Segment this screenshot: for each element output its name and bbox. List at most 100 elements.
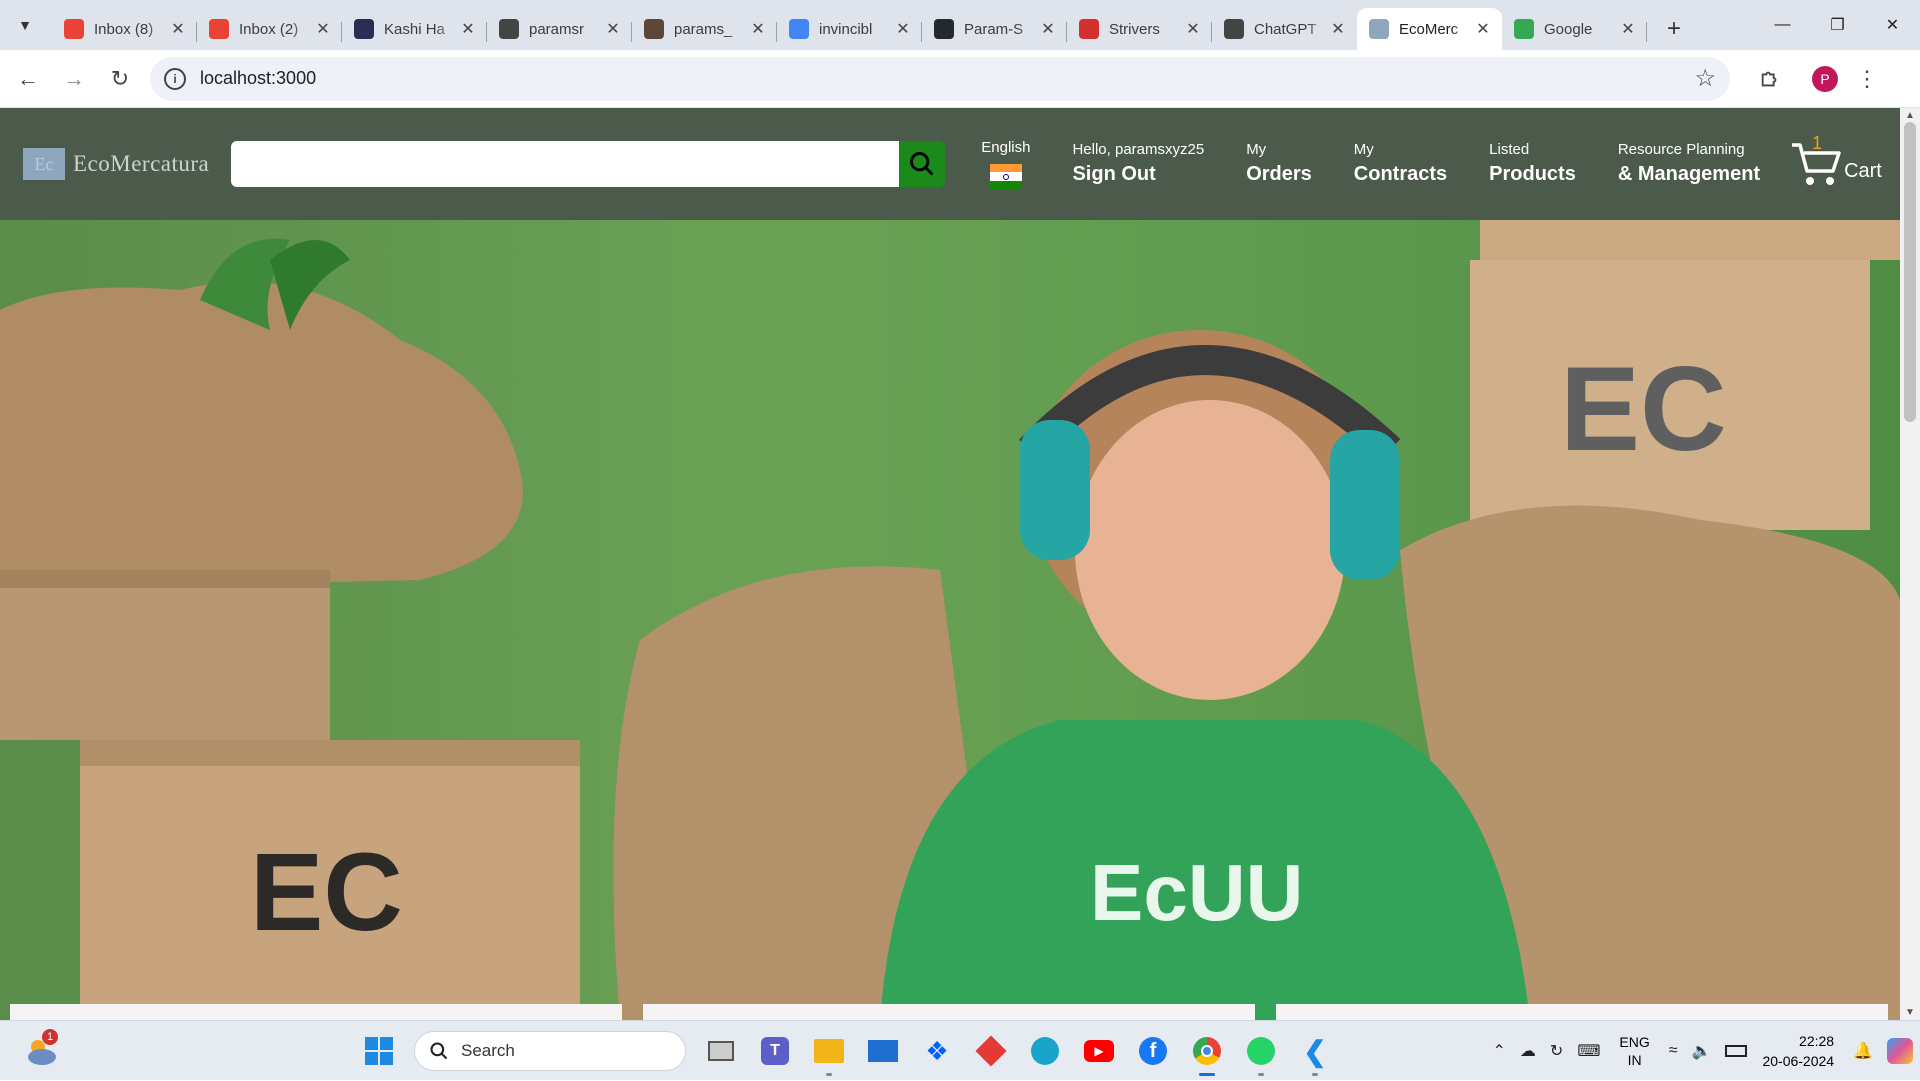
browser-tab[interactable]: Google✕ <box>1502 8 1647 50</box>
reload-icon: ↻ <box>111 66 129 92</box>
tab-search-button[interactable]: ▼ <box>8 8 42 42</box>
input-language[interactable]: ENG IN <box>1619 1033 1649 1069</box>
close-tab-icon[interactable]: ✕ <box>1619 20 1637 38</box>
scroll-down-icon[interactable]: ▼ <box>1905 1007 1915 1018</box>
product-card[interactable] <box>1276 1004 1888 1020</box>
browser-tab[interactable]: Inbox (8)✕ <box>52 8 197 50</box>
scrollbar-thumb[interactable] <box>1904 122 1916 422</box>
weather-widget[interactable]: 1 <box>24 1035 56 1067</box>
vscode-app[interactable]: ❮ <box>1294 1030 1336 1072</box>
start-button[interactable] <box>358 1030 400 1072</box>
hashnode-icon <box>354 19 374 39</box>
nav-orders[interactable]: My Orders <box>1246 141 1312 187</box>
nav-contracts[interactable]: My Contracts <box>1354 141 1447 187</box>
cart-button[interactable]: 1 Cart <box>1790 139 1882 189</box>
forward-button[interactable]: → <box>56 61 92 97</box>
close-tab-icon[interactable]: ✕ <box>1474 20 1492 38</box>
bookmark-star-icon[interactable]: ☆ <box>1694 64 1716 93</box>
close-tab-icon[interactable]: ✕ <box>1329 20 1347 38</box>
battery-icon[interactable] <box>1725 1045 1747 1057</box>
restore-button[interactable]: ❐ <box>1810 0 1865 50</box>
product-card[interactable] <box>643 1004 1255 1020</box>
mail-icon <box>868 1040 898 1062</box>
taskbar: 1 Search T ❖ ▶ f ❮ ⌃ ☁ ↻ ⌨ ENG IN ≈ 🔈 <box>0 1020 1920 1080</box>
site-info-icon[interactable]: i <box>164 68 186 90</box>
whatsapp-icon <box>1247 1037 1275 1065</box>
notification-bell-icon[interactable]: 🔔 <box>1853 1041 1873 1061</box>
taskbar-search[interactable]: Search <box>414 1031 686 1071</box>
nav-listed-products[interactable]: Listed Products <box>1489 141 1576 187</box>
search-button[interactable] <box>899 141 945 187</box>
browser-tab[interactable]: Kashi Ha✕ <box>342 8 487 50</box>
teams-app[interactable]: T <box>754 1030 796 1072</box>
extensions-button[interactable] <box>1752 61 1788 97</box>
lang-top: ENG <box>1619 1033 1649 1051</box>
nav-resource-small: Resource Planning <box>1618 141 1760 159</box>
reload-button[interactable]: ↻ <box>102 61 138 97</box>
account-link[interactable]: Hello, paramsxyz25 Sign Out <box>1072 141 1204 187</box>
whatsapp-app[interactable] <box>1240 1030 1282 1072</box>
sync-icon[interactable]: ↻ <box>1550 1041 1563 1061</box>
browser-tab[interactable]: invincibl✕ <box>777 8 922 50</box>
sign-out-link[interactable]: Sign Out <box>1072 161 1204 187</box>
anydesk-app[interactable] <box>970 1030 1012 1072</box>
scroll-up-icon[interactable]: ▲ <box>1905 110 1915 121</box>
search-input[interactable] <box>231 141 899 187</box>
browser-tab[interactable]: Inbox (2)✕ <box>197 8 342 50</box>
tab-title: Inbox (2) <box>239 21 314 38</box>
youtube-app[interactable]: ▶ <box>1078 1030 1120 1072</box>
brand-logo[interactable]: Ec EcoMercatura <box>23 148 209 180</box>
url-text[interactable]: localhost:3000 <box>200 68 1694 89</box>
language-selector[interactable]: English <box>981 139 1030 190</box>
close-window-button[interactable]: ✕ <box>1865 0 1920 50</box>
close-tab-icon[interactable]: ✕ <box>169 20 187 38</box>
facebook-app[interactable]: f <box>1132 1030 1174 1072</box>
browser-tab[interactable]: Param-S✕ <box>922 8 1067 50</box>
close-tab-icon[interactable]: ✕ <box>314 20 332 38</box>
chrome-app[interactable] <box>1186 1030 1228 1072</box>
show-hidden-icons-button[interactable]: ⌃ <box>1493 1041 1506 1061</box>
browser-tab[interactable]: ChatGPT✕ <box>1212 8 1357 50</box>
browser-menu-icon[interactable]: ⋮ <box>1856 66 1878 92</box>
search-bar <box>231 141 945 187</box>
onedrive-icon[interactable]: ☁ <box>1520 1041 1536 1061</box>
nav-resource-planning[interactable]: Resource Planning & Management <box>1618 141 1760 187</box>
dropbox-icon: ❖ <box>925 1036 948 1067</box>
browser-tab[interactable]: Strivers✕ <box>1067 8 1212 50</box>
task-view-button[interactable] <box>700 1030 742 1072</box>
hero-box-text-right: EC <box>1560 342 1727 476</box>
browser-toolbar: ← → ↻ i localhost:3000 ☆ P ⋮ <box>0 50 1920 108</box>
close-tab-icon[interactable]: ✕ <box>459 20 477 38</box>
wifi-icon[interactable]: ≈ <box>1669 1042 1678 1060</box>
dropbox-app[interactable]: ❖ <box>916 1030 958 1072</box>
greeting-text: Hello, paramsxyz25 <box>1072 141 1204 159</box>
address-bar[interactable]: i localhost:3000 ☆ <box>150 57 1730 101</box>
page-scrollbar[interactable]: ▲ ▼ <box>1900 108 1920 1020</box>
task-view-icon <box>708 1041 734 1061</box>
new-tab-button[interactable]: + <box>1657 12 1691 46</box>
close-tab-icon[interactable]: ✕ <box>604 20 622 38</box>
edge-app[interactable] <box>1024 1030 1066 1072</box>
close-tab-icon[interactable]: ✕ <box>1184 20 1202 38</box>
github-icon <box>934 19 954 39</box>
close-tab-icon[interactable]: ✕ <box>1039 20 1057 38</box>
back-button[interactable]: ← <box>10 61 46 97</box>
lang-bottom: IN <box>1628 1051 1642 1069</box>
folder-icon <box>814 1039 844 1063</box>
close-tab-icon[interactable]: ✕ <box>894 20 912 38</box>
browser-tab[interactable]: EcoMerc✕ <box>1357 8 1502 50</box>
copilot-icon[interactable] <box>1887 1038 1913 1064</box>
file-explorer-app[interactable] <box>808 1030 850 1072</box>
minimize-button[interactable]: — <box>1755 0 1810 50</box>
keyboard-icon[interactable]: ⌨ <box>1577 1041 1600 1061</box>
volume-icon[interactable]: 🔈 <box>1692 1041 1712 1061</box>
product-card[interactable] <box>10 1004 622 1020</box>
chatgpt-icon <box>1224 19 1244 39</box>
profile-avatar[interactable]: P <box>1812 66 1838 92</box>
edge-icon <box>1031 1037 1059 1065</box>
clock[interactable]: 22:28 20-06-2024 <box>1762 1031 1834 1071</box>
mail-app[interactable] <box>862 1030 904 1072</box>
browser-tab[interactable]: params_✕ <box>632 8 777 50</box>
browser-tab[interactable]: paramsr✕ <box>487 8 632 50</box>
close-tab-icon[interactable]: ✕ <box>749 20 767 38</box>
